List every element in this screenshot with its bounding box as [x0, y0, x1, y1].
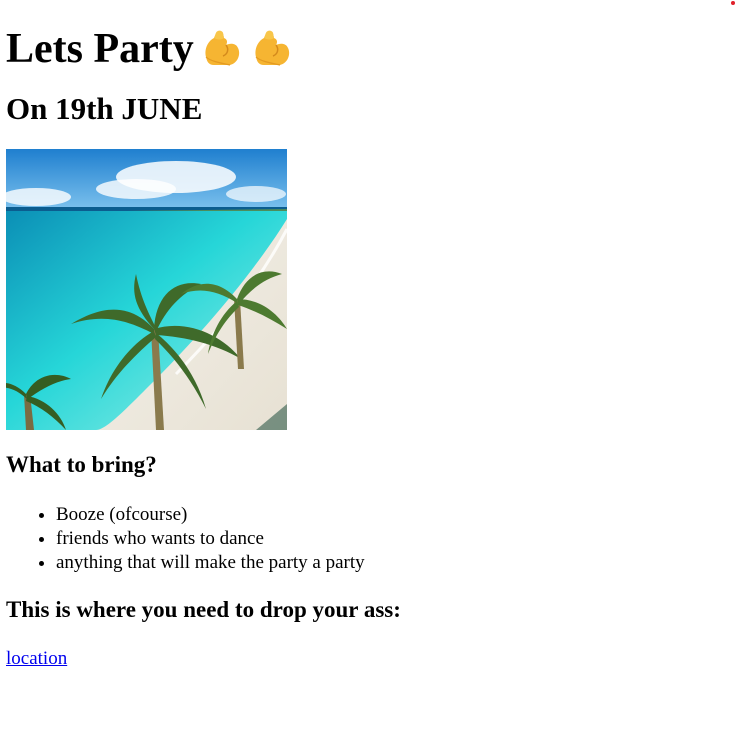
drop-heading: This is where you need to drop your ass: [6, 597, 401, 622]
indicator-dot [731, 1, 735, 5]
page-content: Lets Party On 19th JUNE What to bring? •… [0, 0, 737, 671]
location-link[interactable]: location [6, 647, 67, 671]
bring-list: Booze (ofcourse) friends who wants to da… [6, 479, 737, 575]
bring-heading: What to bring? [6, 452, 157, 477]
list-item: friends who wants to dance [56, 527, 737, 551]
page-title-text: Lets Party [6, 26, 194, 72]
event-date: On 19th JUNE [6, 91, 203, 126]
beach-image [6, 149, 287, 430]
flexed-biceps-icon [250, 27, 294, 71]
flexed-biceps-icon [200, 27, 244, 71]
page-title: Lets Party [6, 0, 737, 73]
list-item: anything that will make the party a part… [56, 551, 737, 575]
list-item: Booze (ofcourse) [56, 503, 737, 527]
